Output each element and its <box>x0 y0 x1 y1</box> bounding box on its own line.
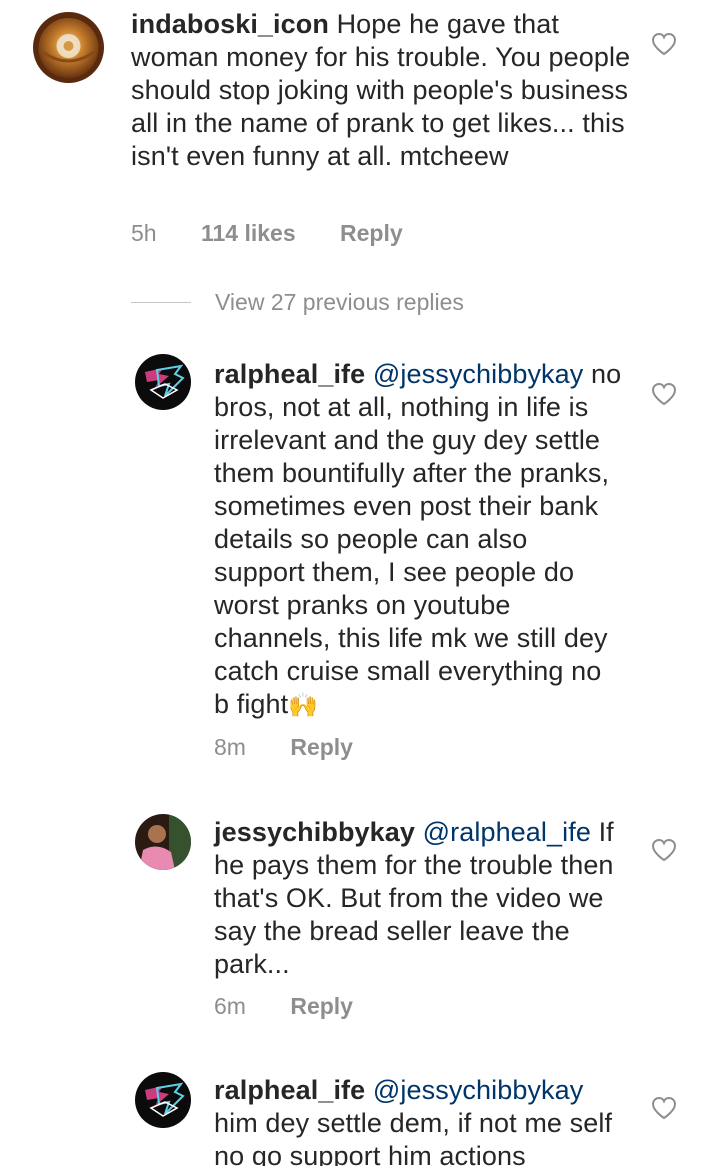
comment-likes[interactable]: 114 likes <box>201 220 296 247</box>
like-button[interactable] <box>651 838 677 862</box>
cake-photo-icon <box>33 12 104 83</box>
reply-ralpheal-2: ralpheal_ife @jessychibbykay him dey set… <box>0 1066 720 1166</box>
tr-logo-icon <box>135 354 191 410</box>
reply-body: ralpheal_ife @jessychibbykay no bros, no… <box>214 358 624 722</box>
reply-mention[interactable]: @jessychibbykay <box>373 359 584 389</box>
comment-indaboski: indaboski_icon Hope he gave that woman m… <box>0 0 720 260</box>
reply-username[interactable]: ralpheal_ife <box>214 1075 365 1105</box>
replies-divider <box>131 301 191 303</box>
person-photo-avatar[interactable] <box>135 814 191 870</box>
comment-time: 5h <box>131 220 157 246</box>
reply-button[interactable]: Reply <box>290 734 353 761</box>
reply-body: ralpheal_ife @jessychibbykay him dey set… <box>214 1074 624 1166</box>
reply-jessychibbykay: jessychibbykay @ralpheal_ife If he pays … <box>0 808 720 1038</box>
reply-body: jessychibbykay @ralpheal_ife If he pays … <box>214 816 634 981</box>
comment-username[interactable]: indaboski_icon <box>131 9 329 39</box>
reply-time: 8m <box>214 734 246 760</box>
comments-screen: indaboski_icon Hope he gave that woman m… <box>0 0 720 1166</box>
reply-ralpheal-1: ralpheal_ife @jessychibbykay no bros, no… <box>0 350 720 770</box>
reply-meta: 8m Reply <box>214 734 353 761</box>
cake-photo-avatar[interactable] <box>33 12 104 83</box>
tr-logo-avatar[interactable] <box>135 354 191 410</box>
reply-time: 6m <box>214 993 246 1019</box>
tr-logo-avatar[interactable] <box>135 1072 191 1128</box>
reply-text: no bros, not at all, nothing in life is … <box>214 359 622 719</box>
reply-username[interactable]: jessychibbykay <box>214 817 415 847</box>
heart-outline-icon <box>651 838 677 862</box>
reply-button[interactable]: Reply <box>340 220 403 247</box>
like-button[interactable] <box>651 32 677 56</box>
person-photo-icon <box>135 814 191 870</box>
tr-logo-icon <box>135 1072 191 1128</box>
view-previous-replies[interactable]: View 27 previous replies <box>131 284 464 320</box>
comment-body: indaboski_icon Hope he gave that woman m… <box>131 8 631 173</box>
reply-mention[interactable]: @jessychibbykay <box>373 1075 584 1105</box>
heart-outline-icon <box>651 1096 677 1120</box>
view-replies-label: View 27 previous replies <box>215 288 464 315</box>
heart-outline-icon <box>651 382 677 406</box>
reply-button[interactable]: Reply <box>290 993 353 1020</box>
like-button[interactable] <box>651 382 677 406</box>
like-button[interactable] <box>651 1096 677 1120</box>
comment-meta: 5h 114 likes Reply <box>131 220 403 247</box>
raised-hands-emoji: 🙌 <box>288 692 319 719</box>
reply-meta: 6m Reply <box>214 993 353 1020</box>
reply-username[interactable]: ralpheal_ife <box>214 359 365 389</box>
reply-text: him dey settle dem, if not me self no go… <box>214 1108 613 1166</box>
heart-outline-icon <box>651 32 677 56</box>
reply-mention[interactable]: @ralpheal_ife <box>423 817 591 847</box>
